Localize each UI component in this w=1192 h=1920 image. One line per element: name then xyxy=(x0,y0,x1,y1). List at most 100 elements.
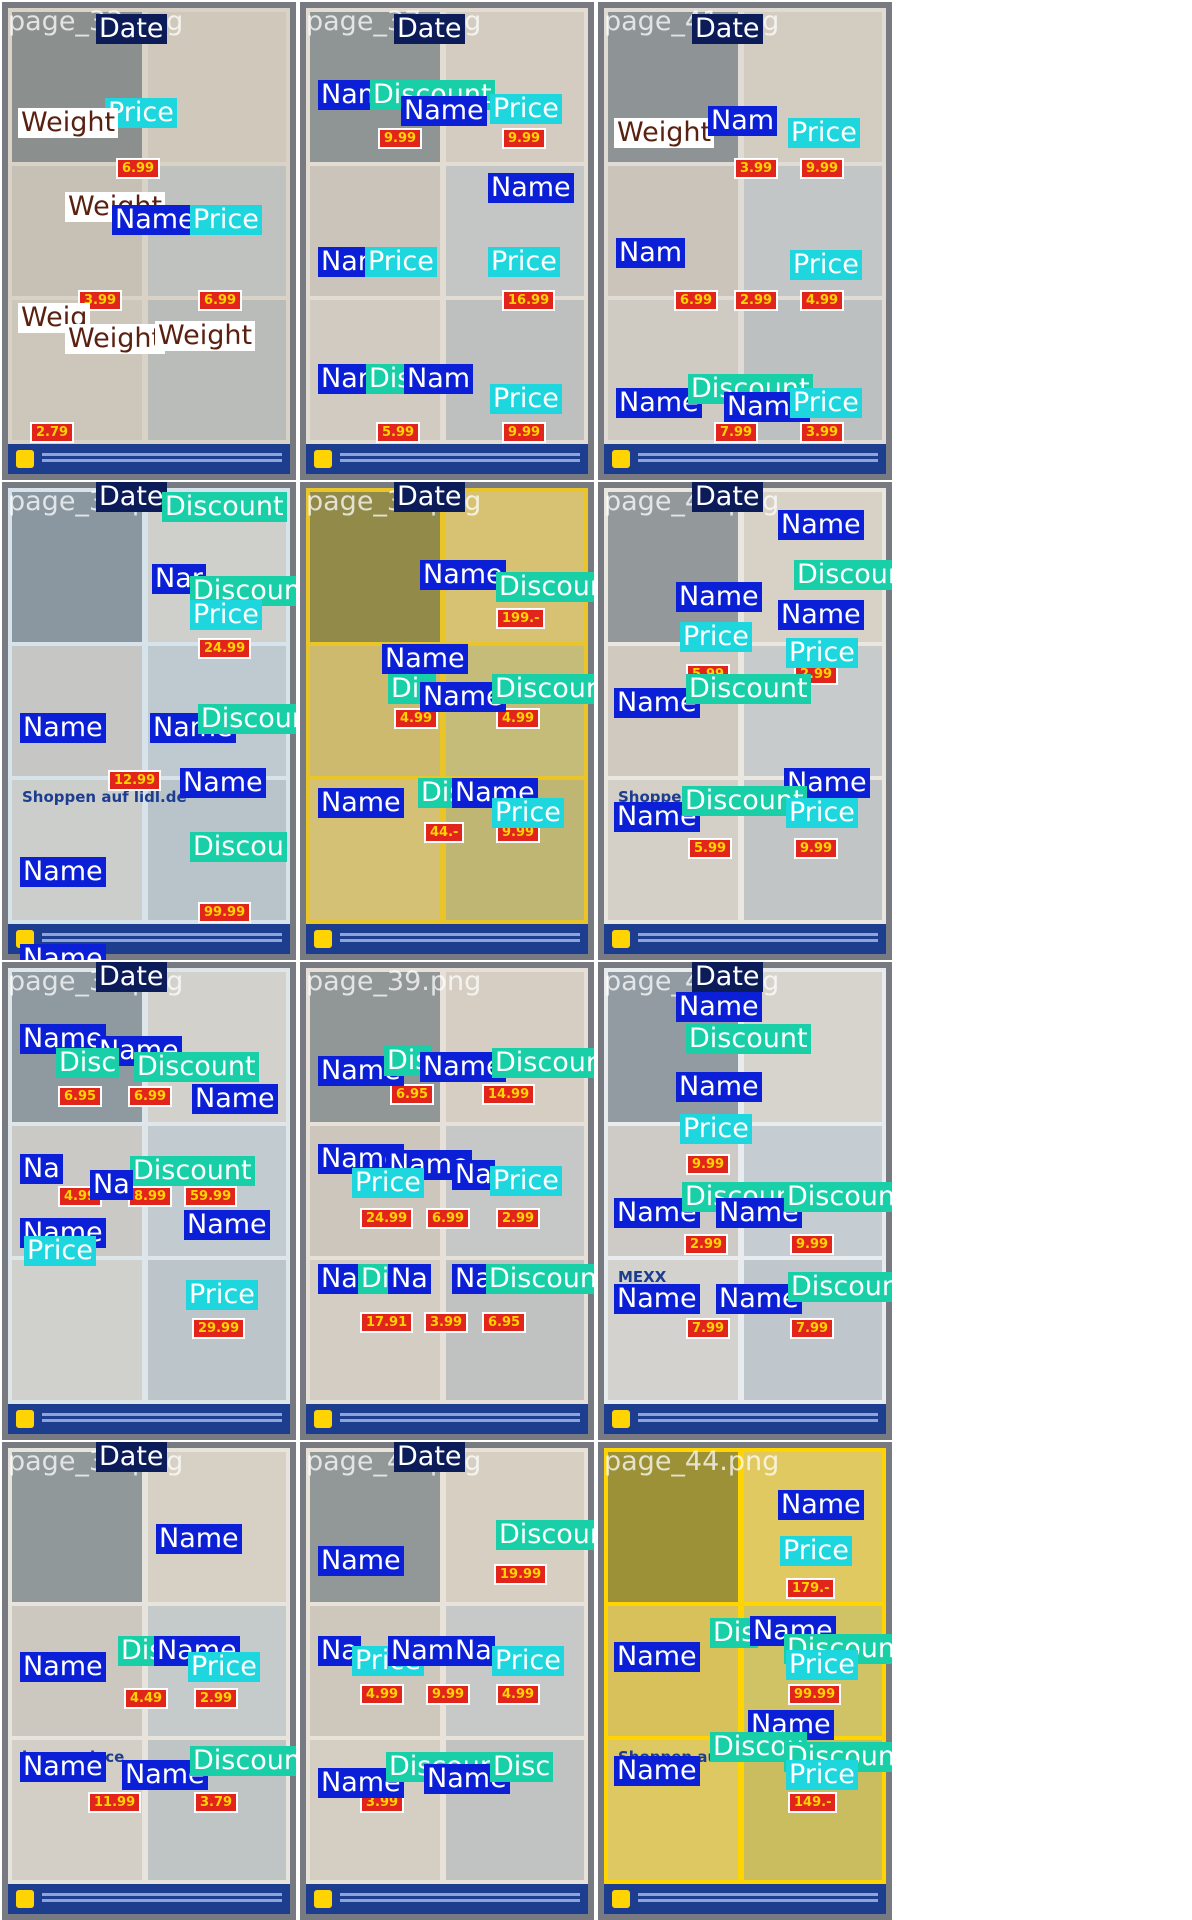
name-label[interactable]: Name xyxy=(778,600,864,630)
name-label[interactable]: Name xyxy=(180,768,266,798)
discount-label[interactable]: Discount xyxy=(130,1156,255,1186)
date-label[interactable]: Date xyxy=(96,14,167,44)
name-label[interactable]: Name xyxy=(20,713,106,743)
name-label[interactable]: Name xyxy=(382,644,468,674)
name-label[interactable]: Name xyxy=(156,1524,242,1554)
discount-label[interactable]: Discount xyxy=(686,674,811,704)
name-label[interactable]: Name xyxy=(20,857,106,887)
name-label[interactable]: Name xyxy=(614,1284,700,1314)
name-label[interactable]: Na xyxy=(20,1154,63,1184)
discount-label[interactable]: Discount xyxy=(134,1052,259,1082)
name-label[interactable]: Name xyxy=(20,1752,106,1782)
price-label[interactable]: Price xyxy=(680,1114,752,1144)
name-label[interactable]: Name xyxy=(778,510,864,540)
price-label[interactable]: Price xyxy=(492,798,564,828)
date-label[interactable]: Date xyxy=(96,1442,167,1472)
name-label[interactable]: Name xyxy=(20,944,106,960)
name-label[interactable]: Name xyxy=(614,1756,700,1786)
name-label[interactable]: Name xyxy=(318,1546,404,1576)
name-label[interactable]: Na xyxy=(452,1160,495,1190)
page-tile[interactable]: Tefal199.-4.994.9944.-9.99page_38.pngDat… xyxy=(300,482,594,960)
discount-label[interactable]: Discount xyxy=(162,492,287,522)
price-label[interactable]: Price xyxy=(786,638,858,668)
price-label[interactable]: Price xyxy=(190,205,262,235)
discount-label[interactable]: Discou xyxy=(190,832,287,862)
discount-label[interactable]: Discount xyxy=(198,704,296,734)
price-label[interactable]: Price xyxy=(365,247,437,277)
price-label[interactable]: Price xyxy=(352,1168,424,1198)
date-label[interactable]: Date xyxy=(692,14,763,44)
date-label[interactable]: Date xyxy=(692,482,763,512)
date-label[interactable]: Date xyxy=(96,482,167,512)
name-label[interactable]: Name xyxy=(192,1084,278,1114)
discount-label[interactable]: Discount xyxy=(492,674,594,704)
price-label[interactable]: Price xyxy=(788,118,860,148)
discount-label[interactable]: Disc xyxy=(56,1048,120,1078)
price-label[interactable]: Price xyxy=(780,1536,852,1566)
price-label[interactable]: Price xyxy=(786,1760,858,1790)
name-label[interactable]: Na xyxy=(388,1264,431,1294)
name-label[interactable]: Nam xyxy=(708,106,778,136)
price-label[interactable]: Price xyxy=(490,94,562,124)
name-label[interactable]: Na xyxy=(452,1636,495,1666)
name-label[interactable]: Name xyxy=(318,788,404,818)
page-tile[interactable]: 6.956.994.998.9959.9929.99page_35.pngDat… xyxy=(2,962,296,1440)
price-label[interactable]: Price xyxy=(490,384,562,414)
date-label[interactable]: Date xyxy=(96,962,167,992)
discount-label[interactable]: Discount xyxy=(794,560,892,590)
page-tile[interactable]: Shoppen auf lidl.de5.992.995.999.99page_… xyxy=(598,482,892,960)
name-label[interactable]: Name xyxy=(614,1642,700,1672)
price-label[interactable]: Price xyxy=(186,1280,258,1310)
discount-label[interactable]: Discount xyxy=(784,1182,892,1212)
page-tile[interactable]: happy place4.492.9911.993.79page_36.pngD… xyxy=(2,1442,296,1920)
price-label[interactable]: Price xyxy=(790,250,862,280)
page-tile[interactable]: 19.994.999.994.993.99page_40.pngDateDisc… xyxy=(300,1442,594,1920)
name-label[interactable]: Name xyxy=(420,560,506,590)
discount-label[interactable]: Discount xyxy=(686,1024,811,1054)
name-label[interactable]: Nam xyxy=(616,238,686,268)
name-label[interactable]: Name xyxy=(112,205,198,235)
price-label[interactable]: Price xyxy=(188,1652,260,1682)
weight-label[interactable]: Weight xyxy=(18,108,119,138)
name-label[interactable]: Na xyxy=(90,1170,133,1200)
page-tile[interactable]: 3.999.996.992.994.997.993.99page_41.pngD… xyxy=(598,2,892,480)
price-label[interactable]: Price xyxy=(488,247,560,277)
weight-label[interactable]: Weight xyxy=(614,118,715,148)
name-label[interactable]: Nam xyxy=(404,364,474,394)
name-label[interactable]: Name xyxy=(676,1072,762,1102)
name-label[interactable]: Na xyxy=(318,1264,361,1294)
discount-label[interactable]: Discount xyxy=(496,572,594,602)
price-label[interactable]: Price xyxy=(24,1236,96,1266)
discount-label[interactable]: Disc xyxy=(490,1752,554,1782)
page-tile[interactable]: MEXX9.992.999.997.997.99page_43.pngDateN… xyxy=(598,962,892,1440)
name-label[interactable]: Name xyxy=(676,992,762,1022)
discount-label[interactable]: Discount xyxy=(190,1746,296,1776)
name-label[interactable]: Name xyxy=(778,1490,864,1520)
discount-label[interactable]: Discount xyxy=(788,1272,892,1302)
discount-label[interactable]: Discount xyxy=(486,1264,594,1294)
price-label[interactable]: Price xyxy=(790,388,862,418)
name-label[interactable]: Name xyxy=(184,1210,270,1240)
price-label[interactable]: Price xyxy=(786,798,858,828)
price-label[interactable]: Price xyxy=(492,1646,564,1676)
date-label[interactable]: Date xyxy=(394,1442,465,1472)
page-tile[interactable]: Shoppen auf lidl.de 179.- 99.99 149.- page_4… xyxy=(598,1442,892,1920)
date-label[interactable]: Date xyxy=(692,962,763,992)
discount-label[interactable]: Discount xyxy=(492,1048,594,1078)
price-label[interactable]: Price xyxy=(680,622,752,652)
weight-label[interactable]: Weight xyxy=(155,321,256,351)
price-label[interactable]: Price xyxy=(190,600,262,630)
page-tile[interactable]: Shoppen auf lidl.de24.9912.9924.9599.99p… xyxy=(2,482,296,960)
weight-label[interactable]: Weight xyxy=(65,324,166,354)
name-label[interactable]: Name xyxy=(488,173,574,203)
price-label[interactable]: Price xyxy=(490,1166,562,1196)
name-label[interactable]: Name xyxy=(20,1652,106,1682)
page-tile[interactable]: 6.993.996.992.79page_33.pngDatePriceWeig… xyxy=(2,2,296,480)
discount-label[interactable]: Discount xyxy=(496,1520,594,1550)
name-label[interactable]: Name xyxy=(401,96,487,126)
price-label[interactable]: Price xyxy=(786,1650,858,1680)
date-label[interactable]: Date xyxy=(394,482,465,512)
page-tile[interactable]: BRITA6.9514.9924.996.992.9917.913.996.95… xyxy=(300,962,594,1440)
name-label[interactable]: Name xyxy=(676,582,762,612)
date-label[interactable]: Date xyxy=(394,14,465,44)
